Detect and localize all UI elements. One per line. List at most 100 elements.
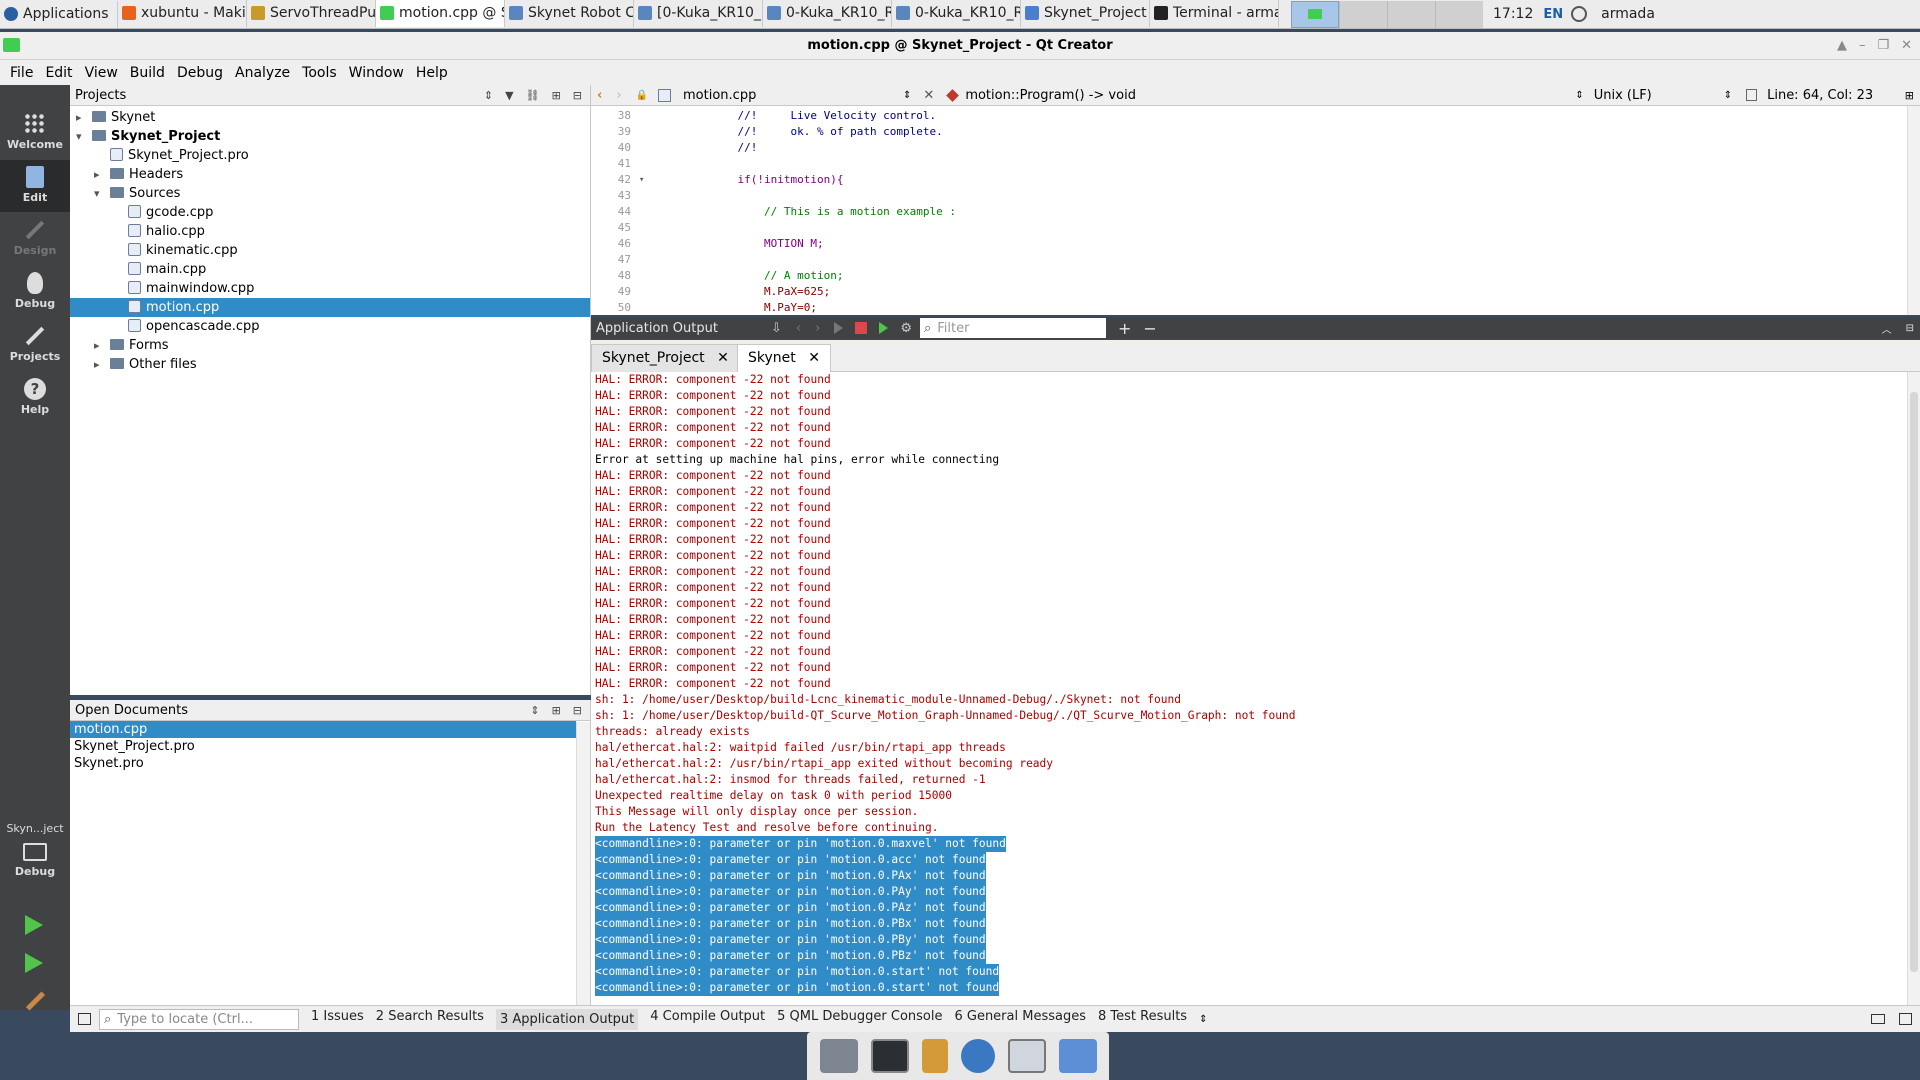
code-editor[interactable]: 38 //! Live Velocity control. 39 //! ok. …: [591, 106, 1907, 315]
toggle-right-sidebar-icon[interactable]: [1899, 1013, 1912, 1025]
output-pane-button[interactable]: 4 Compile Output: [650, 1009, 765, 1030]
keyboard-layout[interactable]: EN: [1543, 7, 1563, 22]
expand-arrow-icon[interactable]: ▾: [76, 127, 92, 146]
project-tree-item[interactable]: halio.cpp: [70, 222, 590, 241]
taskbar-window-button[interactable]: Skynet_Project - ...: [1021, 0, 1150, 27]
split-editor-icon[interactable]: ⊞: [1905, 89, 1914, 102]
output-pane-button[interactable]: 3 Application Output: [495, 1008, 639, 1030]
menu-build[interactable]: Build: [130, 65, 165, 81]
workspace-3[interactable]: [1387, 0, 1435, 28]
forward-arrow-icon[interactable]: ›: [616, 88, 621, 103]
mode-projects[interactable]: Projects: [0, 319, 70, 371]
project-tree-item[interactable]: ▸ Other files: [70, 355, 590, 374]
menu-edit[interactable]: Edit: [45, 65, 72, 81]
output-pane-button[interactable]: 5 QML Debugger Console: [777, 1009, 942, 1030]
output-tab-skynet[interactable]: Skynet ✕: [737, 344, 831, 372]
view-dropdown-icon[interactable]: ⇕: [484, 89, 493, 102]
project-tree-item[interactable]: opencascade.cpp: [70, 317, 590, 336]
network-icon[interactable]: [1571, 6, 1588, 22]
close-pane-icon[interactable]: ⊟: [573, 704, 582, 717]
taskbar-window-button[interactable]: ServoThreadPuls...: [247, 0, 376, 27]
project-tree-item[interactable]: motion.cpp: [70, 298, 590, 317]
line-ending-arrows-icon[interactable]: ⇕: [1724, 90, 1732, 101]
settings-gear-icon[interactable]: ⚙: [900, 321, 912, 336]
output-tab-skynet-project[interactable]: Skynet_Project ✕: [591, 344, 740, 372]
mode-edit[interactable]: Edit: [0, 160, 70, 212]
show-desktop-icon[interactable]: [819, 1039, 858, 1073]
progress-details-icon[interactable]: [1871, 1014, 1885, 1024]
project-tree-item[interactable]: ▾ Skynet_Project: [70, 127, 590, 146]
zoom-out-icon[interactable]: −: [1143, 319, 1156, 338]
expand-arrow-icon[interactable]: ▾: [94, 184, 110, 203]
scroll-thumb[interactable]: [1910, 392, 1918, 972]
applications-menu-button[interactable]: Applications: [0, 0, 118, 28]
maximize-icon[interactable]: ❐: [1877, 32, 1889, 60]
mode-welcome[interactable]: Welcome: [0, 107, 70, 159]
mode-debug[interactable]: Debug: [0, 266, 70, 318]
collapse-arrow-icon[interactable]: ▸: [76, 108, 92, 127]
menu-window[interactable]: Window: [349, 65, 404, 81]
menu-help[interactable]: Help: [416, 65, 448, 81]
file-combo-arrows-icon[interactable]: ⇕: [903, 90, 911, 101]
window-titlebar[interactable]: motion.cpp @ Skynet_Project - Qt Creator…: [0, 32, 1920, 60]
close-output-icon[interactable]: ⊟: [1906, 323, 1914, 334]
menu-view[interactable]: View: [85, 65, 118, 81]
workspace-switcher[interactable]: [1291, 0, 1483, 28]
project-tree-item[interactable]: ▸ Skynet: [70, 108, 590, 127]
keep-above-icon[interactable]: ▲: [1837, 32, 1847, 60]
application-output-text[interactable]: HAL: ERROR: component -22 not found HAL: …: [591, 372, 1907, 1005]
symbol-combo[interactable]: motion::Program() -> void: [965, 88, 1575, 103]
open-documents-scrollbar[interactable]: [576, 722, 590, 1005]
fold-arrow-icon[interactable]: ▾: [639, 172, 644, 188]
minimize-icon[interactable]: –: [1859, 32, 1866, 60]
project-tree-item[interactable]: main.cpp: [70, 260, 590, 279]
menu-tools[interactable]: Tools: [302, 65, 337, 81]
project-tree-item[interactable]: mainwindow.cpp: [70, 279, 590, 298]
rerun-icon[interactable]: [834, 322, 844, 334]
menu-file[interactable]: File: [10, 65, 33, 81]
taskbar-window-button[interactable]: Skynet Robot Con...: [505, 0, 634, 27]
menu-analyze[interactable]: Analyze: [235, 65, 290, 81]
collapse-arrow-icon[interactable]: ▸: [94, 165, 110, 184]
home-folder-icon[interactable]: [1058, 1039, 1097, 1073]
output-pane-button[interactable]: 2 Search Results: [376, 1009, 484, 1030]
project-tree-item[interactable]: Skynet_Project.pro: [70, 146, 590, 165]
taskbar-window-button[interactable]: [0-Kuka_KR10_R...: [634, 0, 763, 27]
editor-scrollbar[interactable]: [1907, 106, 1920, 315]
prev-item-icon[interactable]: ‹: [796, 321, 801, 336]
file-manager-icon[interactable]: [921, 1039, 948, 1073]
symbol-combo-arrows-icon[interactable]: ⇕: [1575, 90, 1583, 101]
view-dropdown-icon[interactable]: ⇕: [530, 704, 539, 717]
filter-icon[interactable]: ▼: [505, 89, 513, 102]
split-icon[interactable]: ⊞: [552, 704, 561, 717]
project-tree-item[interactable]: ▾ Sources: [70, 184, 590, 203]
attach-debugger-icon[interactable]: ⇩: [771, 321, 782, 336]
app-finder-icon[interactable]: [1007, 1039, 1046, 1073]
taskbar-window-button[interactable]: 0-Kuka_KR10_R9...: [763, 0, 892, 27]
menu-debug[interactable]: Debug: [177, 65, 223, 81]
collapse-arrow-icon[interactable]: ▸: [94, 355, 110, 374]
sync-link-icon[interactable]: ⛓: [526, 89, 540, 102]
editor-file-combo[interactable]: motion.cpp: [683, 88, 903, 103]
outline-toggle-icon[interactable]: [1746, 89, 1758, 101]
taskbar-window-button[interactable]: xubuntu - Making...: [118, 0, 247, 27]
locator-input[interactable]: ⌕ Type to locate (Ctrl...: [99, 1008, 299, 1030]
workspace-1[interactable]: [1291, 0, 1339, 28]
close-icon[interactable]: ✕: [1901, 32, 1912, 60]
user-menu[interactable]: armada: [1601, 6, 1655, 22]
build-hammer-icon[interactable]: [25, 991, 46, 1011]
cursor-position[interactable]: Line: 64, Col: 23: [1767, 88, 1873, 103]
maximize-pane-icon[interactable]: ︿: [1882, 321, 1892, 336]
project-tree-item[interactable]: ▸ Forms: [70, 336, 590, 355]
open-document-item[interactable]: Skynet.pro: [70, 755, 576, 772]
more-panes-arrows-icon[interactable]: ⇕: [1199, 1014, 1207, 1025]
project-tree-item[interactable]: kinematic.cpp: [70, 241, 590, 260]
taskbar-window-button[interactable]: 0-Kuka_KR10_R9...: [892, 0, 1021, 27]
close-document-icon[interactable]: ✕: [923, 88, 934, 103]
close-tab-icon[interactable]: ✕: [808, 350, 820, 366]
toggle-sidebar-icon[interactable]: [78, 1013, 91, 1025]
output-pane-button[interactable]: 8 Test Results: [1098, 1009, 1187, 1030]
close-tab-icon[interactable]: ✕: [717, 350, 729, 366]
terminal-icon[interactable]: [870, 1039, 909, 1073]
taskbar-window-button[interactable]: Terminal - armad...: [1150, 0, 1279, 27]
